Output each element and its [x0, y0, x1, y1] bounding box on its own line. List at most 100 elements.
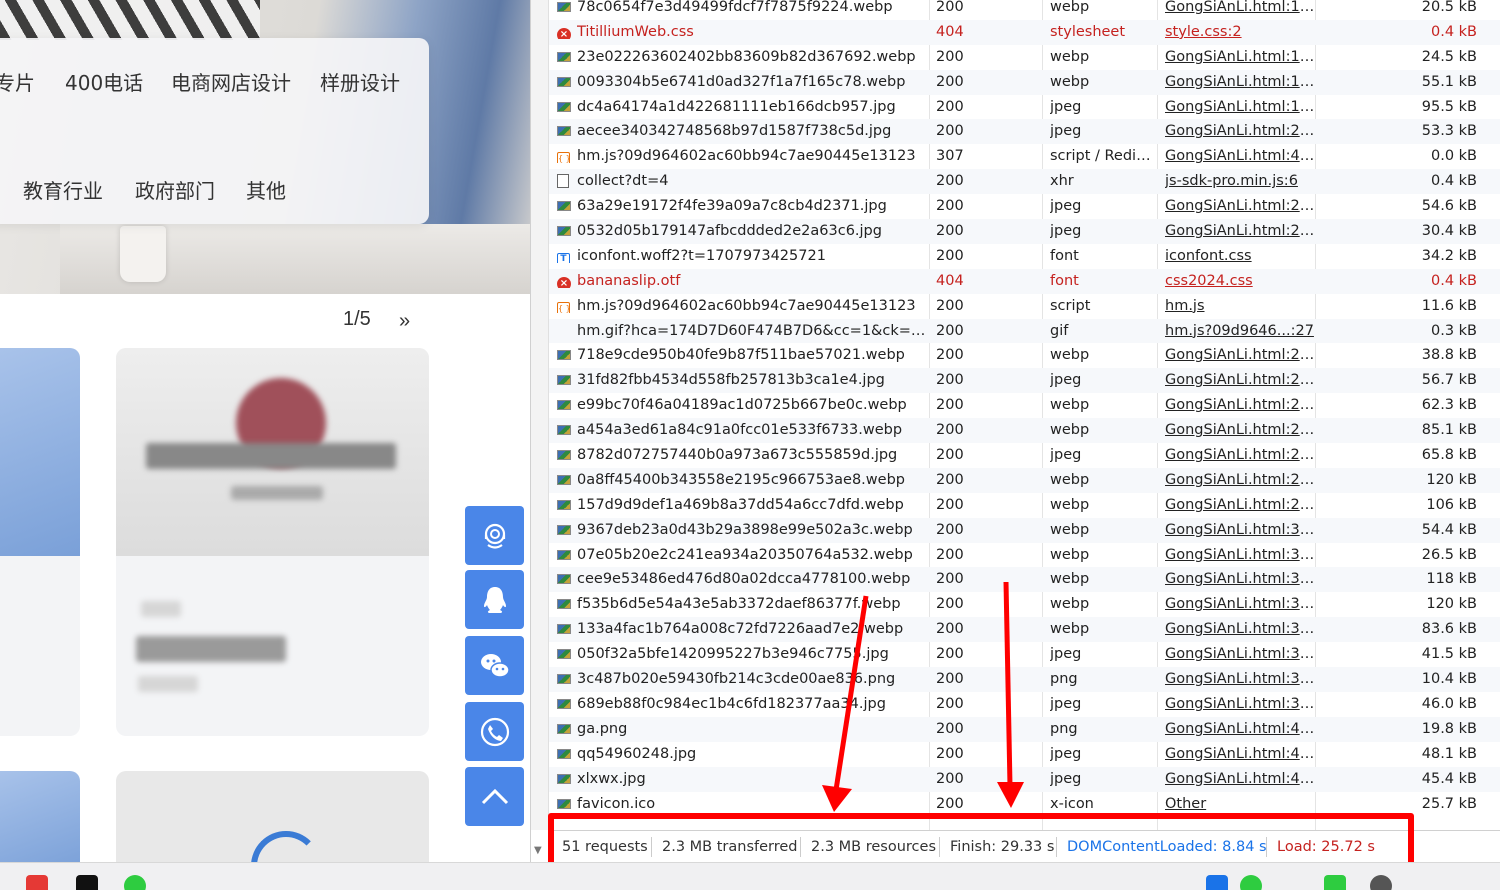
- menu-item-album-design[interactable]: 样册设计: [320, 67, 400, 96]
- request-name[interactable]: favicon.ico: [577, 796, 927, 812]
- menu-item-government[interactable]: 政府部门: [135, 175, 215, 204]
- case-card[interactable]: [0, 348, 80, 736]
- request-name[interactable]: hm.js?09d964602ac60bb94c7ae90445e13123: [577, 298, 927, 314]
- request-name[interactable]: e99bc70f46a04189ac1d0725b667be0c.webp: [577, 397, 927, 413]
- request-name[interactable]: 050f32a5bfe1420995227b3e946c7755.jpg: [577, 646, 927, 662]
- request-row[interactable]: xlxwx.jpg 200 jpeg GongSiAnLi.html:422 45.4 …: [549, 766, 1500, 792]
- request-name[interactable]: ga.png: [577, 721, 927, 737]
- request-name[interactable]: 63a29e19172f4fe39a09a7c8cb4d2371.jpg: [577, 198, 927, 214]
- request-row[interactable]: { } hm.js?09d964602ac60bb94c7ae90445e1312…: [549, 294, 1500, 319]
- request-name[interactable]: 07e05b20e2c241ea934a20350764a532.webp: [577, 547, 927, 563]
- request-initiator-link[interactable]: GongSiAnLi.html:239: [1165, 347, 1315, 363]
- menu-item-other[interactable]: 其他: [246, 175, 286, 204]
- request-initiator-link[interactable]: GongSiAnLi.html:279: [1165, 447, 1315, 463]
- wechat-button[interactable]: [465, 636, 524, 695]
- request-initiator-link[interactable]: GongSiAnLi.html:289: [1165, 472, 1315, 488]
- request-name[interactable]: cee9e53486ed476d80a02dcca4778100.webp: [577, 571, 927, 587]
- request-initiator-link[interactable]: GongSiAnLi.html:269: [1165, 422, 1315, 438]
- request-initiator-link[interactable]: GongSiAnLi.html:410: [1165, 721, 1315, 737]
- request-row[interactable]: { } hm.js?09d964602ac60bb94c7ae90445e1312…: [549, 144, 1500, 169]
- case-card[interactable]: [0, 771, 80, 862]
- request-name[interactable]: 31fd82fbb4534d558fb257813b3ca1e4.jpg: [577, 372, 927, 388]
- request-name[interactable]: a454a3ed61a84c91a0fcc01e533f6733.webp: [577, 422, 927, 438]
- request-name[interactable]: iconfont.woff2?t=1707973425721: [577, 248, 927, 264]
- request-name[interactable]: 0a8ff45400b343558e2195c966753ae8.webp: [577, 472, 927, 488]
- request-initiator-link[interactable]: Other: [1165, 796, 1315, 812]
- request-row[interactable]: 78c0654f7e3d49499fdcf7f7875f9224.webp 200…: [549, 0, 1500, 20]
- menu-item-ecommerce-design[interactable]: 电商网店设计: [171, 67, 291, 96]
- request-name[interactable]: aecee340342748568b97d1587f738c5d.jpg: [577, 123, 927, 139]
- request-name[interactable]: 9367deb23a0d43b29a3898e99e502a3c.webp: [577, 522, 927, 538]
- request-row[interactable]: 0093304b5e6741d0ad327f1a7f165c78.webp 200…: [549, 69, 1500, 95]
- request-name[interactable]: 718e9cde950b40fe9b87f511bae57021.webp: [577, 347, 927, 363]
- request-row[interactable]: Ticonfont.woff2?t=1707973425721 200 font ic…: [549, 244, 1500, 269]
- customer-service-button[interactable]: [465, 506, 524, 565]
- request-name[interactable]: 0532d05b179147afbcddded2e2a63c6.jpg: [577, 223, 927, 239]
- request-row[interactable]: hm.gif?hca=174D7D60F474B7D6&cc=1&ck=1&..…: [549, 318, 1500, 344]
- request-row[interactable]: 050f32a5bfe1420995227b3e946c7755.jpg 200 j…: [549, 642, 1500, 667]
- case-card[interactable]: [116, 348, 429, 736]
- menu-item-400-phone[interactable]: 400电话: [65, 67, 143, 96]
- request-name[interactable]: bananaslip.otf: [577, 273, 927, 289]
- request-initiator-link[interactable]: GongSiAnLi.html:309: [1165, 522, 1315, 538]
- request-row[interactable]: 23e022263602402bb83609b82d367692.webp 200…: [549, 45, 1500, 70]
- request-row[interactable]: f535b6d5e54a43e5ab3372daef86377f.webp 200…: [549, 592, 1500, 617]
- request-name[interactable]: 689eb88f0c984ec1b4c6fd182377aa34.jpg: [577, 696, 927, 712]
- request-initiator-link[interactable]: GongSiAnLi.html:299: [1165, 497, 1315, 513]
- back-to-top-button[interactable]: [465, 767, 524, 826]
- request-row[interactable]: 3c487b020e59430fb214c3cde00ae836.png 200 p…: [549, 667, 1500, 692]
- request-initiator-link[interactable]: GongSiAnLi.html:259: [1165, 397, 1315, 413]
- request-initiator-link[interactable]: GongSiAnLi.html:189: [1165, 74, 1315, 90]
- request-name[interactable]: 0093304b5e6741d0ad327f1a7f165c78.webp: [577, 74, 927, 90]
- request-row[interactable]: collect?dt=4 200 xhr js-sdk-pro.min.js:6 0.4…: [549, 169, 1500, 195]
- request-row[interactable]: 718e9cde950b40fe9b87f511bae57021.webp 200…: [549, 343, 1500, 368]
- request-row[interactable]: dc4a64174a1d422681111eb166dcb957.jpg 200 j…: [549, 95, 1500, 120]
- request-initiator-link[interactable]: hm.js: [1165, 298, 1315, 314]
- request-initiator-link[interactable]: GongSiAnLi.html:209: [1165, 123, 1315, 139]
- phone-button[interactable]: [465, 702, 524, 761]
- request-initiator-link[interactable]: GongSiAnLi.html:349: [1165, 621, 1315, 637]
- request-name[interactable]: xlxwx.jpg: [577, 771, 927, 787]
- request-initiator-link[interactable]: GongSiAnLi.html:406: [1165, 148, 1315, 164]
- menu-item-brochure[interactable]: 专片: [0, 67, 35, 96]
- request-initiator-link[interactable]: GongSiAnLi.html:229: [1165, 223, 1315, 239]
- request-initiator-link[interactable]: iconfont.css: [1165, 248, 1315, 264]
- request-initiator-link[interactable]: css2024.css: [1165, 273, 1315, 289]
- request-initiator-link[interactable]: hm.js?09d9646...:27: [1165, 323, 1315, 339]
- taskbar-app-icon[interactable]: [76, 875, 98, 890]
- request-initiator-link[interactable]: GongSiAnLi.html:422: [1165, 771, 1315, 787]
- request-initiator-link[interactable]: GongSiAnLi.html:249: [1165, 372, 1315, 388]
- request-row[interactable]: 9367deb23a0d43b29a3898e99e502a3c.webp 200…: [549, 517, 1500, 543]
- request-name[interactable]: 133a4fac1b764a008c72fd7226aad7e2.webp: [577, 621, 927, 637]
- request-name[interactable]: hm.gif?hca=174D7D60F474B7D6&cc=1&ck=1&..…: [577, 323, 927, 339]
- taskbar-app-icon[interactable]: [26, 875, 48, 890]
- request-name[interactable]: 157d9d9def1a469b8a37dd54a6cc7dfd.webp: [577, 497, 927, 513]
- request-row[interactable]: 0532d05b179147afbcddded2e2a63c6.jpg 200 jp…: [549, 219, 1500, 244]
- request-row[interactable]: × bananaslip.otf 404 font css2024.css 0.4 kB: [549, 268, 1500, 294]
- request-row[interactable]: aecee340342748568b97d1587f738c5d.jpg 200 j…: [549, 119, 1500, 145]
- request-row[interactable]: 63a29e19172f4fe39a09a7c8cb4d2371.jpg 200 j…: [549, 194, 1500, 219]
- request-name[interactable]: 78c0654f7e3d49499fdcf7f7875f9224.webp: [577, 0, 927, 15]
- request-initiator-link[interactable]: GongSiAnLi.html:179: [1165, 49, 1315, 65]
- request-initiator-link[interactable]: GongSiAnLi.html:329: [1165, 571, 1315, 587]
- request-row[interactable]: 31fd82fbb4534d558fb257813b3ca1e4.jpg 200 j…: [549, 368, 1500, 394]
- request-initiator-link[interactable]: GongSiAnLi.html:339: [1165, 596, 1315, 612]
- request-row[interactable]: 0a8ff45400b343558e2195c966753ae8.webp 200…: [549, 467, 1500, 493]
- request-name[interactable]: dc4a64174a1d422681111eb166dcb957.jpg: [577, 99, 927, 115]
- request-initiator-link[interactable]: GongSiAnLi.html:319: [1165, 547, 1315, 563]
- request-row[interactable]: ga.png 200 png GongSiAnLi.html:410 19.8 kB: [549, 716, 1500, 742]
- request-row[interactable]: × TitilliumWeb.css 404 stylesheet style.css:…: [549, 19, 1500, 45]
- request-initiator-link[interactable]: GongSiAnLi.html:359: [1165, 646, 1315, 662]
- request-initiator-link[interactable]: GongSiAnLi.html:219: [1165, 198, 1315, 214]
- taskbar-tray-icon[interactable]: [1206, 875, 1228, 890]
- pager-next-button[interactable]: »: [399, 310, 410, 333]
- request-row[interactable]: 07e05b20e2c241ea934a20350764a532.webp 200…: [549, 543, 1500, 568]
- request-initiator-link[interactable]: js-sdk-pro.min.js:6: [1165, 173, 1315, 189]
- taskbar-app-icon[interactable]: [124, 875, 146, 890]
- request-name[interactable]: 3c487b020e59430fb214c3cde00ae836.png: [577, 671, 927, 687]
- request-row[interactable]: qq54960248.jpg 200 jpeg GongSiAnLi.html:419…: [549, 742, 1500, 767]
- request-initiator-link[interactable]: GongSiAnLi.html:396: [1165, 671, 1315, 687]
- request-row[interactable]: 689eb88f0c984ec1b4c6fd182377aa34.jpg 200 j…: [549, 692, 1500, 717]
- request-name[interactable]: f535b6d5e54a43e5ab3372daef86377f.webp: [577, 596, 927, 612]
- request-row[interactable]: 8782d072757440b0a973a673c555859d.jpg 200 j…: [549, 443, 1500, 468]
